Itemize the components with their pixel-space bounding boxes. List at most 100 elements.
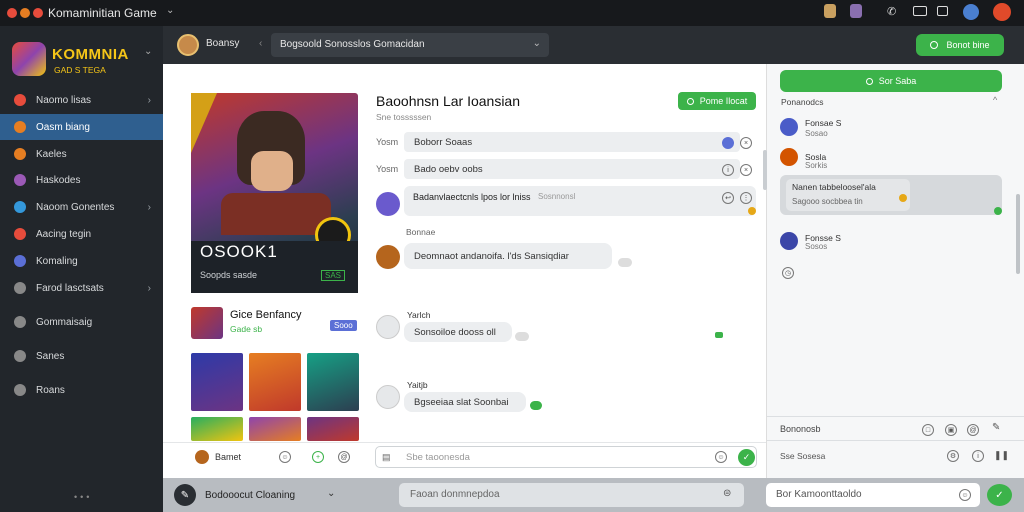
main-content: OSOOK1 Soopds sasde SAS Baoohnsn Lar Ioa… [163, 64, 766, 478]
chevron-right-icon[interactable]: › [148, 283, 151, 294]
settings-icon[interactable]: ⚙ [947, 450, 959, 462]
gallery-image[interactable] [191, 353, 243, 411]
sidebar-item[interactable]: Farod lasctsats › [0, 275, 163, 301]
scrollbar[interactable] [1016, 194, 1020, 274]
more-icon[interactable]: ⋮ [740, 192, 752, 204]
logo-icon [12, 42, 46, 76]
camera-icon[interactable]: ⊜ [723, 488, 731, 499]
contact-avatar[interactable] [780, 232, 798, 250]
profile-icon[interactable] [850, 4, 862, 18]
main-scrollbar[interactable] [763, 150, 767, 190]
reply-icon[interactable]: ↩ [722, 192, 734, 204]
profile-card[interactable]: OSOOK1 Soopds sasde SAS [191, 93, 358, 293]
sidebar-item[interactable]: Oasm biang [0, 114, 163, 140]
sidebar: KOMMNIA GAD S TEGA ⌄ Naomo lisas › Oasm bi… [0, 26, 163, 512]
flame-icon [14, 148, 26, 160]
user-avatar[interactable] [177, 34, 199, 56]
clock-icon[interactable]: ◷ [782, 267, 794, 279]
right-input[interactable]: Bor Kamoonttaoldo ☺ [766, 483, 980, 507]
phone-icon[interactable]: ✆ [887, 5, 896, 18]
follow-button[interactable]: Pome Ilocat [678, 92, 756, 110]
sidebar-item[interactable]: Naomo lisas › [0, 87, 163, 113]
right-panel: Sor Saba Ponanodcs ^ Fonsae S Sosao Sosl… [766, 64, 1024, 478]
close-window-icon[interactable] [7, 8, 17, 18]
window-icon[interactable] [937, 6, 948, 16]
message-avatar[interactable] [376, 315, 400, 339]
emoji-icon[interactable]: ☺ [279, 451, 291, 463]
info-icon[interactable]: i [972, 450, 984, 462]
search-input[interactable]: Bogsoold Sonosslos Gomacidan ⌄ [271, 33, 549, 57]
notification-icon[interactable] [993, 3, 1011, 21]
sidebar-item[interactable]: Sanes [0, 343, 163, 369]
gallery-image[interactable] [307, 417, 359, 441]
message-avatar[interactable] [376, 192, 400, 216]
contact-avatar[interactable] [780, 118, 798, 136]
message-sender: Yarlch [407, 310, 431, 320]
chat-icon[interactable]: □ [922, 424, 934, 436]
gallery-image[interactable] [249, 353, 301, 411]
info-icon[interactable] [722, 137, 734, 149]
field-input[interactable]: Bado oebv oobs [404, 159, 740, 179]
attach-icon[interactable]: @ [338, 451, 350, 463]
send-icon[interactable]: ✓ [987, 484, 1012, 506]
chevron-right-icon[interactable]: › [148, 95, 151, 106]
gallery-image[interactable] [249, 417, 301, 441]
emoji-icon[interactable]: ☺ [715, 451, 727, 463]
sidebar-item[interactable]: Komaling [0, 248, 163, 274]
close-icon[interactable]: × [740, 137, 752, 149]
gif-icon[interactable]: + [312, 451, 324, 463]
sidebar-item[interactable]: Roans [0, 377, 163, 403]
collapse-icon[interactable]: ⌄ [144, 46, 152, 57]
sidebar-item[interactable]: Kaeles [0, 141, 163, 167]
edit-icon[interactable]: ✎ [992, 422, 1000, 433]
field-input[interactable]: Boborr Soaas [404, 132, 740, 152]
reaction-icon[interactable] [618, 258, 632, 267]
sidebar-item[interactable]: Gommaisaig [0, 309, 163, 335]
sidebar-item[interactable]: Aacing tegin [0, 221, 163, 247]
sidebar-item[interactable]: Haskodes [0, 167, 163, 193]
reaction-icon[interactable] [530, 401, 542, 410]
pause-icon[interactable]: ❚❚ [994, 450, 1009, 461]
reaction-icon[interactable] [515, 332, 529, 341]
close-icon[interactable]: × [740, 164, 752, 176]
message-composer[interactable]: ▤ Sbe taoonesda ☺ ✓ [375, 446, 757, 468]
footer-avatar[interactable] [195, 450, 209, 464]
bottom-input[interactable]: Faoan donmnepdoa ⊜ [399, 483, 744, 507]
score-value: OSOOK1 [200, 242, 278, 261]
edit-icon[interactable]: ✎ [174, 484, 196, 506]
sidebar-item[interactable]: Naoom Gonentes › [0, 194, 163, 220]
user-avatar[interactable] [963, 4, 979, 20]
sidebar-item-label: Haskodes [36, 174, 81, 186]
gallery-thumbnail[interactable] [191, 307, 223, 339]
message-avatar[interactable] [376, 245, 400, 269]
chevron-up-icon[interactable]: ^ [993, 95, 997, 105]
chevron-right-icon[interactable]: › [148, 202, 151, 213]
reaction-icon[interactable] [748, 207, 756, 215]
image-icon[interactable]: ▣ [945, 424, 957, 436]
emoji-icon[interactable]: ☺ [959, 489, 971, 501]
chevron-down-icon[interactable]: ⌄ [166, 5, 174, 16]
reaction-icon[interactable] [899, 194, 907, 202]
panel-search-label: Sse Sosesa [780, 451, 826, 461]
contact-status: Sosos [805, 242, 828, 251]
gallery-image[interactable] [191, 417, 243, 441]
message-avatar[interactable] [376, 385, 400, 409]
maximize-window-icon[interactable] [33, 8, 43, 18]
more-icon[interactable]: ••• [74, 492, 92, 502]
avatar-icon[interactable] [824, 4, 836, 18]
format-icon[interactable]: ▤ [382, 452, 391, 463]
at-icon[interactable]: @ [967, 424, 979, 436]
send-icon[interactable]: ✓ [738, 449, 755, 466]
contact-avatar[interactable] [780, 148, 798, 166]
sidebar-item-label: Komaling [36, 255, 78, 267]
info-icon[interactable]: i [722, 164, 734, 176]
monitor-icon[interactable] [913, 6, 927, 16]
chevron-down-icon[interactable]: ⌄ [327, 488, 335, 499]
contact-name: Fonsae S [805, 118, 842, 128]
chevron-down-icon[interactable]: ⌄ [533, 38, 541, 49]
panel-action-button[interactable]: Sor Saba [780, 70, 1002, 92]
minimize-window-icon[interactable] [20, 8, 30, 18]
gallery-image[interactable] [307, 353, 359, 411]
action-button[interactable]: Bonot bine [916, 34, 1004, 56]
search-value: Bogsoold Sonosslos Gomacidan [280, 39, 425, 50]
